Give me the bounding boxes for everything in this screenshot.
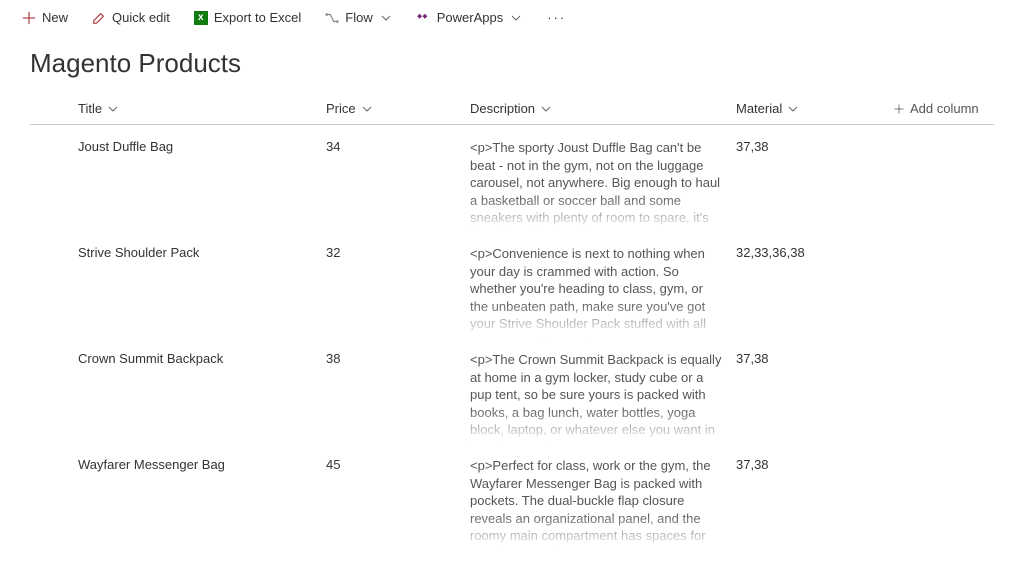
- overflow-button[interactable]: ···: [537, 6, 576, 29]
- rows-container: Joust Duffle Bag 34 <p>The sporty Joust …: [30, 125, 994, 549]
- table-row[interactable]: Wayfarer Messenger Bag 45 <p>Perfect for…: [30, 443, 994, 549]
- cell-price: 32: [326, 245, 470, 337]
- column-header-material[interactable]: Material: [736, 101, 882, 116]
- excel-icon: x: [194, 11, 208, 25]
- quick-edit-button[interactable]: Quick edit: [82, 6, 180, 29]
- column-header-price-label: Price: [326, 101, 356, 116]
- list-view: Title Price Description Material Add col…: [0, 85, 1024, 549]
- column-header-description[interactable]: Description: [470, 101, 736, 116]
- flow-label: Flow: [345, 10, 372, 25]
- cell-price: 45: [326, 457, 470, 549]
- chevron-down-icon: [360, 102, 374, 116]
- export-excel-label: Export to Excel: [214, 10, 301, 25]
- column-header-material-label: Material: [736, 101, 782, 116]
- quick-edit-label: Quick edit: [112, 10, 170, 25]
- add-column-label: Add column: [910, 101, 979, 116]
- plus-icon: [892, 102, 906, 116]
- cell-price: 34: [326, 139, 470, 231]
- cell-description: <p>The Crown Summit Backpack is equally …: [470, 351, 736, 443]
- column-headers: Title Price Description Material Add col…: [30, 93, 994, 125]
- powerapps-button[interactable]: PowerApps: [407, 6, 533, 29]
- chevron-down-icon: [509, 11, 523, 25]
- table-row[interactable]: Strive Shoulder Pack 32 <p>Convenience i…: [30, 231, 994, 337]
- column-header-description-label: Description: [470, 101, 535, 116]
- page-title: Magento Products: [0, 36, 1024, 85]
- plus-icon: [22, 11, 36, 25]
- table-row[interactable]: Joust Duffle Bag 34 <p>The sporty Joust …: [30, 125, 994, 231]
- pencil-icon: [92, 11, 106, 25]
- cell-description: <p>The sporty Joust Duffle Bag can't be …: [470, 139, 736, 231]
- command-bar: New Quick edit x Export to Excel Flow Po…: [0, 0, 1024, 36]
- cell-description: <p>Convenience is next to nothing when y…: [470, 245, 736, 337]
- powerapps-icon: [417, 11, 431, 25]
- column-header-title[interactable]: Title: [30, 101, 326, 116]
- chevron-down-icon: [106, 102, 120, 116]
- powerapps-label: PowerApps: [437, 10, 503, 25]
- add-column-button[interactable]: Add column: [882, 101, 994, 116]
- chevron-down-icon: [379, 11, 393, 25]
- cell-title: Strive Shoulder Pack: [30, 245, 326, 337]
- chevron-down-icon: [786, 102, 800, 116]
- ellipsis-icon: ···: [547, 10, 566, 25]
- table-row[interactable]: Crown Summit Backpack 38 <p>The Crown Su…: [30, 337, 994, 443]
- cell-price: 38: [326, 351, 470, 443]
- column-header-title-label: Title: [78, 101, 102, 116]
- cell-title: Crown Summit Backpack: [30, 351, 326, 443]
- cell-material: 37,38: [736, 139, 882, 231]
- new-button[interactable]: New: [12, 6, 78, 29]
- cell-material: 37,38: [736, 351, 882, 443]
- cell-description: <p>Perfect for class, work or the gym, t…: [470, 457, 736, 549]
- chevron-down-icon: [539, 102, 553, 116]
- cell-material: 32,33,36,38: [736, 245, 882, 337]
- export-excel-button[interactable]: x Export to Excel: [184, 6, 311, 29]
- cell-material: 37,38: [736, 457, 882, 549]
- flow-icon: [325, 11, 339, 25]
- column-header-price[interactable]: Price: [326, 101, 470, 116]
- cell-title: Wayfarer Messenger Bag: [30, 457, 326, 549]
- cell-title: Joust Duffle Bag: [30, 139, 326, 231]
- new-button-label: New: [42, 10, 68, 25]
- flow-button[interactable]: Flow: [315, 6, 402, 29]
